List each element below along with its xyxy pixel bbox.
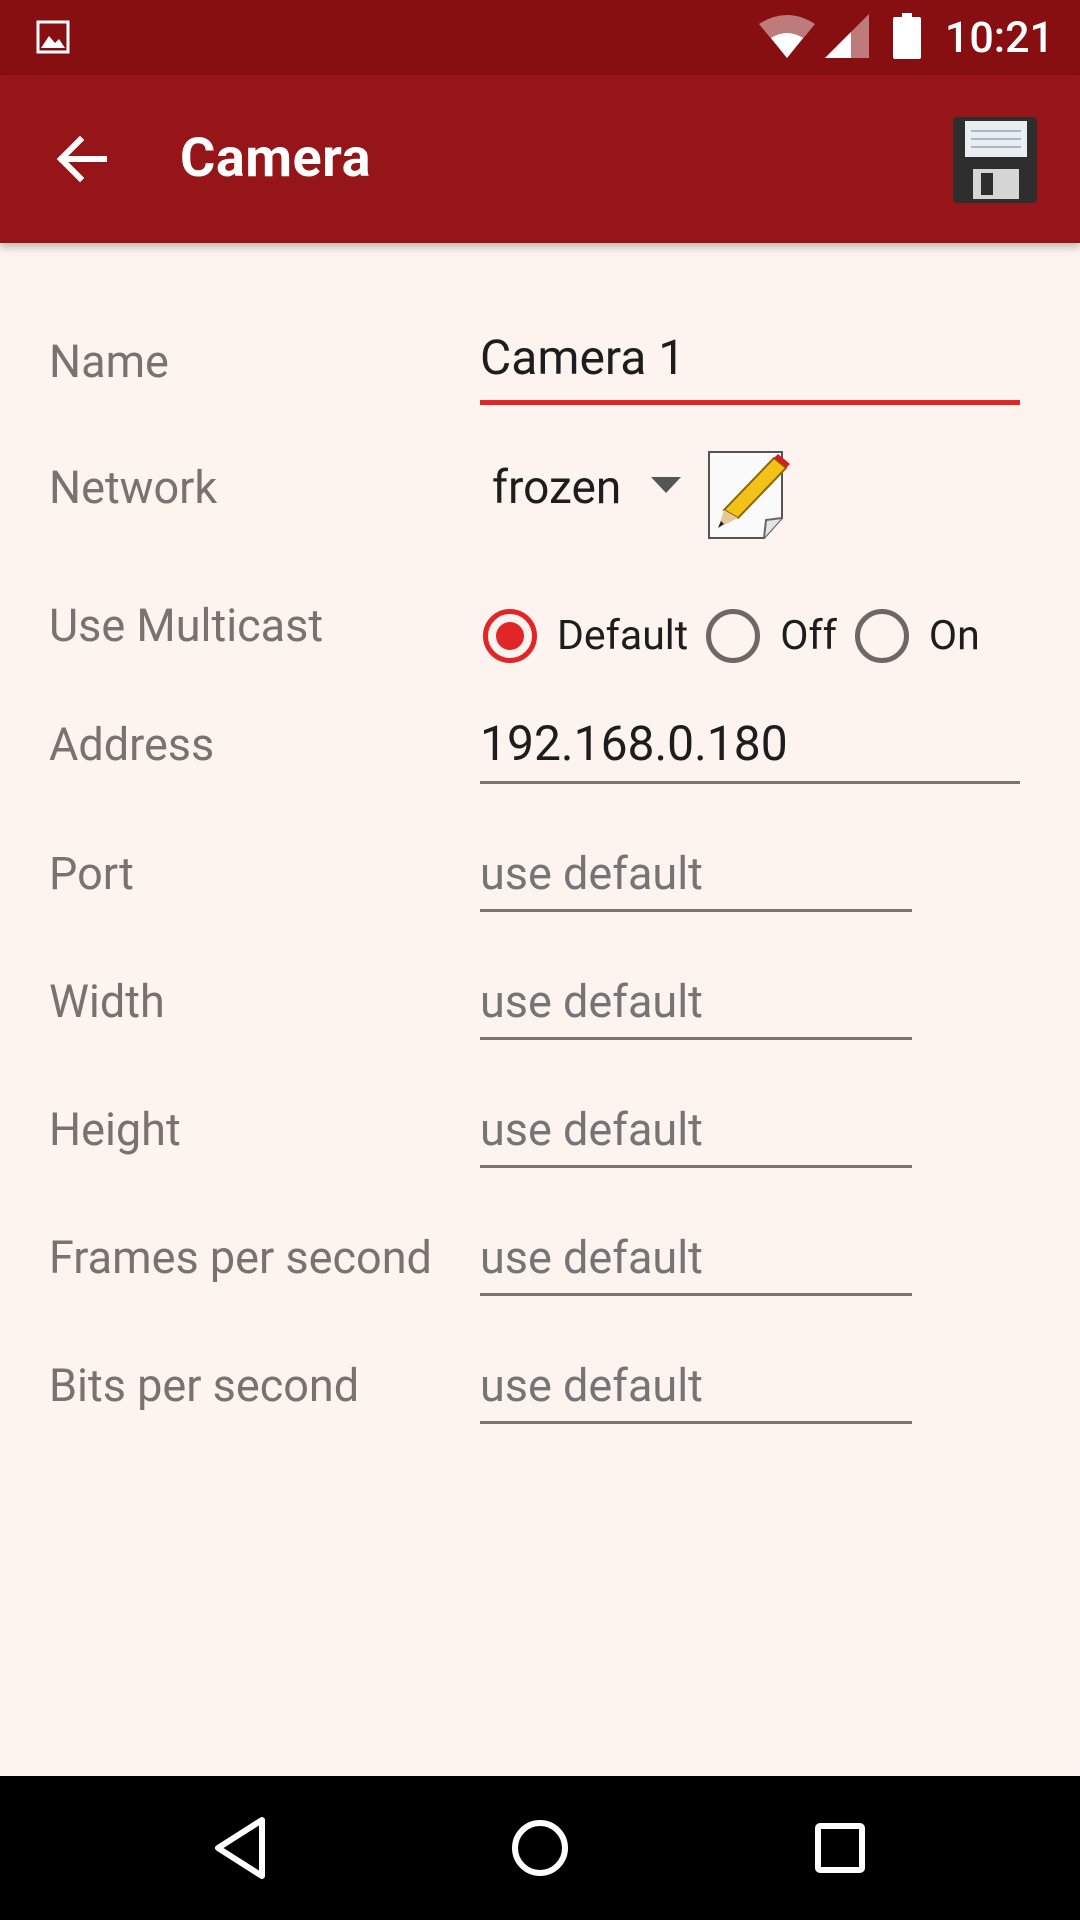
port-label: Port xyxy=(49,847,134,900)
height-field-underline xyxy=(480,1165,912,1168)
radio-unchecked-icon xyxy=(706,609,761,663)
port-field-underline xyxy=(480,909,912,912)
arrow-left-icon[interactable] xyxy=(52,127,116,191)
network-spinner[interactable]: frozen xyxy=(480,453,682,523)
dropdown-caret-icon xyxy=(651,477,682,499)
multicast-label: Use Multicast xyxy=(49,599,324,652)
bps-label: Bits per second xyxy=(49,1359,360,1412)
app-bar: Camera xyxy=(0,75,1080,243)
radio-checked-icon xyxy=(483,609,537,663)
port-field[interactable] xyxy=(480,844,912,904)
fps-label: Frames per second xyxy=(49,1231,432,1284)
network-label: Network xyxy=(49,461,218,514)
home-circle-icon[interactable] xyxy=(500,1808,580,1888)
name-field[interactable] xyxy=(480,328,1020,388)
radio-on-label: On xyxy=(928,612,980,660)
width-field[interactable] xyxy=(480,972,912,1032)
radio-default-label: Default xyxy=(557,612,689,660)
cell-signal-icon xyxy=(824,13,869,62)
page-title: Camera xyxy=(180,127,371,190)
bps-field[interactable] xyxy=(480,1356,912,1416)
status-time: 10:21 xyxy=(944,12,1054,63)
image-icon xyxy=(36,20,70,54)
address-field[interactable] xyxy=(480,714,1020,774)
back-triangle-icon[interactable] xyxy=(200,1808,280,1888)
radio-off[interactable]: Off xyxy=(706,609,837,663)
status-bar: 10:21 xyxy=(0,0,1080,75)
radio-default[interactable]: Default xyxy=(483,609,688,663)
height-field[interactable] xyxy=(480,1100,912,1160)
radio-off-label: Off xyxy=(780,612,837,660)
pencil-edit-icon[interactable] xyxy=(706,448,796,542)
radio-on[interactable]: On xyxy=(854,609,980,663)
battery-icon xyxy=(892,12,921,63)
floppy-disk-icon[interactable] xyxy=(951,115,1041,205)
height-label: Height xyxy=(49,1103,181,1156)
wifi-icon xyxy=(758,14,815,62)
radio-unchecked-icon xyxy=(854,609,909,663)
address-field-underline xyxy=(480,781,1020,784)
width-label: Width xyxy=(49,975,165,1028)
name-label: Name xyxy=(49,335,169,388)
navigation-bar xyxy=(0,1776,1080,1920)
fps-field-underline xyxy=(480,1293,912,1296)
network-selected-value: frozen xyxy=(492,461,622,515)
address-label: Address xyxy=(49,718,215,771)
fps-field[interactable] xyxy=(480,1228,912,1288)
recents-square-icon[interactable] xyxy=(800,1808,880,1888)
bps-field-underline xyxy=(480,1421,912,1424)
width-field-underline xyxy=(480,1037,912,1040)
name-field-underline xyxy=(480,400,1020,405)
multicast-radio-group: Default Off On xyxy=(483,603,998,669)
